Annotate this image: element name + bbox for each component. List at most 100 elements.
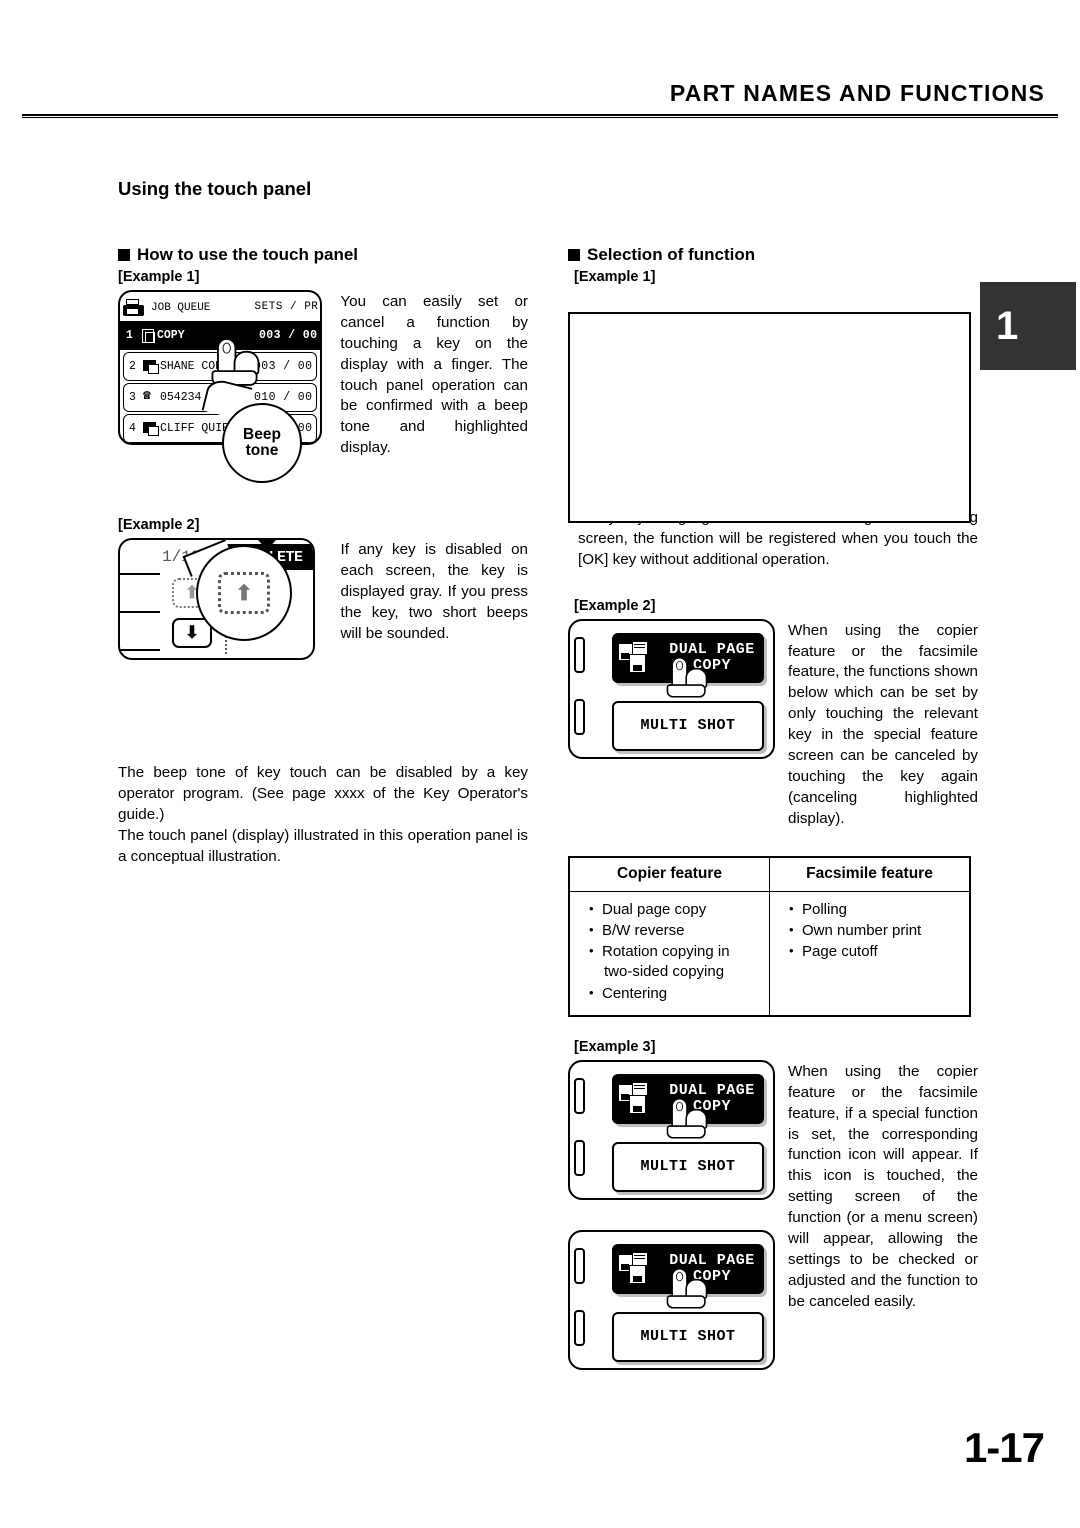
dual-page-copy-icon [618,640,654,675]
job-row-count: 003 / 00 [259,329,318,342]
table-header-copier: Copier feature [568,856,770,892]
right-example2-label: [Example 2] [574,597,656,614]
dual-page-copy-key-highlighted[interactable]: DUAL PAGE COPY [612,632,764,683]
list-separator-line [120,649,160,652]
list-separator-line [120,573,160,576]
chapter-tab-number: 1 [996,303,1019,348]
left-note-2: The touch panel (display) illustrated in… [118,826,528,865]
beep-callout-line1: Beep [243,425,281,443]
right-example1-label: [Example 1] [574,269,656,285]
computer-icon [143,422,159,436]
page-header-title: PART NAMES AND FUNCTIONS [669,80,1045,106]
beep-callout-line2: tone [245,442,279,459]
right-example2-text: When using the copier feature or the fac… [788,621,978,827]
list-item: Polling [789,900,961,920]
copier-item-main: Centering [602,984,668,1002]
bullet-square-icon [568,249,580,261]
job-queue-header: JOB QUEUE SETS / PR [120,296,320,319]
right-heading-label: Selection of function [587,245,756,264]
right-example3-text: When using the copier feature or the fac… [788,1062,978,1310]
multi-shot-label: MULTI SHOT [640,716,736,734]
copier-item-main: Rotation copying in [602,943,730,961]
list-item: Page cutoff [789,942,961,962]
fax-item-main: Own number print [802,921,922,939]
facsimile-feature-cell: Polling Own number print Page cutoff [769,890,971,1017]
multi-shot-label: MULTI SHOT [640,1327,736,1345]
left-note-1: The beep tone of key touch can be disabl… [118,764,528,823]
table-header-facsimile: Facsimile feature [769,856,971,892]
list-item: B/W reverse [589,921,761,941]
list-item: Own number print [789,921,961,941]
dual-page-copy-key-highlighted[interactable]: DUAL PAGE COPY [612,1243,764,1294]
left-example2-text: If any key is disabled on each screen, t… [340,541,528,642]
screen-tab-left-1 [574,1247,585,1284]
list-item: Centering [589,984,761,1004]
special-feature-screen-illustration-1: DUAL PAGE COPY MULTI SHOT [568,618,775,759]
job-row-number: 3 [129,391,136,404]
dual-page-copy-label: DUAL PAGE COPY [669,640,755,674]
left-heading-label: How to use the touch panel [137,245,359,264]
job-row-number: 4 [129,422,136,435]
document-icon [140,329,155,343]
dual-page-copy-icon [618,1081,654,1116]
fax-item-main: Page cutoff [802,943,878,961]
left-example1-text: You can easily set or cancel a function … [340,293,528,457]
copier-item-main: Dual page copy [602,900,707,918]
arrow-down-icon: ⬇ [184,623,200,643]
job-row-count: 003 / 00 [254,360,313,373]
screen-tab-left-2 [574,1139,585,1176]
job-row-name: COPY [157,329,185,342]
multi-shot-key[interactable]: MULTI SHOT [612,1141,764,1192]
special-feature-screen-illustration-3: DUAL PAGE COPY MULTI SHOT [568,1229,775,1370]
disabled-key-magnifier: ⬆ [196,545,292,641]
fax-icon [143,388,158,404]
left-column: How to use the touch panel [Example 1] J… [118,245,528,868]
bullet-square-icon [118,249,130,261]
table-row: Dual page copy B/W reverse Rotation copy… [568,890,971,1017]
dual-page-copy-icon [618,1251,654,1286]
list-item: Dual page copy [589,900,761,920]
magnified-arrow-up-icon: ⬆ [218,572,270,614]
list-item: Rotation copying in two-sided copying [589,942,761,983]
screen-tab-left-2 [574,1309,585,1346]
multi-shot-key[interactable]: MULTI SHOT [612,700,764,751]
computer-icon [143,360,159,374]
left-column-heading: How to use the touch panel [118,245,528,265]
empty-illustration-frame [568,312,971,523]
right-column-heading: Selection of function [568,245,978,265]
list-separator-line [120,611,160,614]
header-divider-rule [22,114,1058,118]
copier-feature-list: Dual page copy B/W reverse Rotation copy… [588,900,761,1004]
copier-item-continuation: two-sided copying [604,963,725,981]
job-row-name: 054234 [160,391,202,404]
dual-page-copy-label: DUAL PAGE COPY [669,1252,755,1285]
job-queue-columns-label: SETS / PR [254,301,319,313]
copier-item-main: B/W reverse [602,921,685,939]
fax-item-main: Polling [802,900,848,918]
job-row-number: 2 [129,360,136,373]
multi-shot-key[interactable]: MULTI SHOT [612,1311,764,1362]
screen-tab-left-1 [574,1077,585,1114]
section-title: Using the touch panel [118,178,312,199]
screen-tab-left-1 [574,636,585,673]
dual-page-copy-key-highlighted[interactable]: DUAL PAGE COPY [612,1073,764,1124]
facsimile-feature-list: Polling Own number print Page cutoff [788,900,961,963]
copier-feature-cell: Dual page copy B/W reverse Rotation copy… [568,890,770,1017]
job-queue-title: JOB QUEUE [151,301,211,314]
feature-comparison-table: Copier feature Facsimile feature Dual pa… [568,855,971,1017]
multi-shot-label: MULTI SHOT [640,1157,736,1175]
job-row-name: SHANE COP [160,360,223,373]
chapter-tab: 1 [980,282,1076,370]
page-number: 1-17 [963,1424,1045,1471]
job-queue-row-2[interactable]: 2 SHANE COP 003 / 00 [123,352,318,381]
beep-tone-callout: Beep tone [222,403,302,483]
dual-page-copy-label: DUAL PAGE COPY [669,1082,755,1115]
job-queue-row-1[interactable]: 1 COPY 003 / 00 [120,321,321,350]
right-example3-label: [Example 3] [574,1038,656,1055]
left-example1-label: [Example 1] [118,269,200,285]
screen-tab-left-2 [574,698,585,735]
table-header-row: Copier feature Facsimile feature [568,856,971,892]
job-row-number: 1 [126,329,133,342]
left-example2-label: [Example 2] [118,517,200,534]
printer-icon [123,298,144,317]
